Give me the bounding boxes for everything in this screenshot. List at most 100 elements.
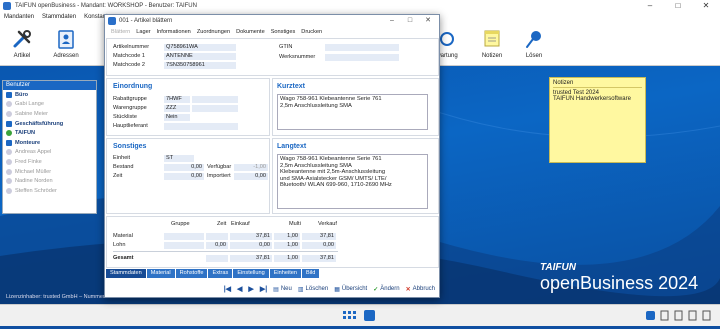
user-icon — [6, 101, 12, 108]
tab-einheiten[interactable]: Einheiten — [269, 269, 302, 278]
gtin-label: GTIN — [279, 44, 293, 50]
close-button[interactable]: ✕ — [696, 0, 716, 12]
col-header-verkauf: Verkauf — [318, 221, 337, 227]
sidebar-item-label: TAIFUN — [15, 130, 36, 137]
zeit-field[interactable]: 0,00 — [164, 173, 204, 180]
sidebar-group-buero[interactable]: Büro — [3, 90, 96, 100]
menu-mandanten[interactable]: Mandanten — [4, 14, 34, 20]
dialog-close-button[interactable]: ✕ — [419, 15, 437, 27]
matchcode1-field[interactable]: ANTENNE — [164, 53, 236, 60]
langtext-textarea[interactable]: Wago 758-961 Klebeantenne Serie 761 2,5m… — [277, 154, 428, 209]
loeschen-button[interactable]: ▥ Löschen — [298, 286, 328, 293]
sidebar-user-fred-finke[interactable]: Fred Finke — [3, 157, 96, 167]
abbruch-button[interactable]: ✕ Abbruch — [406, 286, 435, 293]
sidebar-user-taifun[interactable]: TAIFUN — [3, 128, 96, 138]
langtext-panel: Langtext Wago 758-961 Klebeantenne Serie… — [272, 138, 439, 214]
tab-einstellung[interactable]: Einstellung — [233, 269, 269, 278]
sticky-note-line: TAIFUN Handwerkersoftware — [553, 96, 631, 102]
sidebar-user-nadine-norden[interactable]: Nadine Norden — [3, 176, 96, 186]
material-gruppe-field[interactable] — [164, 233, 204, 240]
bestand-field[interactable]: 0,00 — [164, 164, 204, 171]
bestand-label: Bestand — [113, 164, 134, 170]
app-logo-icon — [3, 2, 11, 10]
ribbon-loesen-button[interactable]: Lösen — [516, 24, 552, 64]
first-record-icon[interactable]: |◀ — [224, 285, 231, 293]
next-record-icon[interactable]: ▶ — [248, 285, 253, 293]
werksnummer-field[interactable] — [325, 54, 399, 61]
price-table-panel: Gruppe Zeit Einkauf Multi Verkauf Materi… — [106, 216, 439, 268]
tray-icon — [646, 311, 655, 320]
group-icon — [6, 91, 12, 98]
kurztext-textarea[interactable]: Wago 758-961 Klebeantenne Serie 761 2,5m… — [277, 94, 428, 130]
sidebar-user-sabine-meier[interactable]: Sabine Meier — [3, 109, 96, 119]
sidebar-item-label: Steffen Schröder — [15, 187, 57, 194]
tab-material[interactable]: Material — [146, 269, 175, 278]
gesamt-einkauf-field: 37,81 — [230, 255, 272, 262]
material-multi-field: 1,00 — [274, 233, 300, 240]
sidebar-header: Benutzer — [3, 81, 96, 90]
tab-rohstoffe[interactable]: Rohstoffe — [175, 269, 208, 278]
loeschen-label: Löschen — [305, 286, 329, 292]
matchcode2-field[interactable]: 7SN350758961 — [164, 62, 236, 69]
artikelnummer-field[interactable]: Q758961WA — [164, 44, 236, 51]
sidebar-user-steffen-schroeder[interactable]: Steffen Schröder — [3, 186, 96, 196]
col-header-zeit: Zeit — [217, 221, 227, 227]
dialog-menu-dokumente[interactable]: Dokumente — [236, 29, 265, 35]
einordnung-title: Einordnung — [113, 83, 153, 90]
dialog-menu-zuordnungen[interactable]: Zuordnungen — [197, 29, 230, 35]
col-header-gruppe: Gruppe — [171, 221, 190, 227]
ribbon-notizen-button[interactable]: Notizen — [474, 24, 510, 64]
maximize-button[interactable]: □ — [668, 0, 688, 12]
lohn-gruppe-field[interactable] — [164, 242, 204, 249]
group-icon — [6, 139, 12, 146]
row-label-lohn: Lohn — [113, 242, 126, 248]
neu-button[interactable]: ▤ Neu — [273, 286, 292, 293]
sidebar-user-gabi-lange[interactable]: Gabi Lange — [3, 100, 96, 110]
brand-year: 2024 — [658, 273, 699, 293]
sidebar-group-monteure[interactable]: Monteure — [3, 138, 96, 148]
tab-stammdaten[interactable]: Stammdaten — [106, 269, 146, 278]
tray-icon — [660, 310, 669, 321]
sidebar-group-geschaeftsfuehrung[interactable]: Geschäftsführung — [3, 119, 96, 129]
lohn-zeit-field: 0,00 — [206, 242, 228, 249]
tab-extras[interactable]: Extras — [208, 269, 233, 278]
artikelnummer-label: Artikelnummer — [113, 44, 150, 50]
aendern-button[interactable]: ✓ Ändern — [373, 286, 399, 293]
sticky-note[interactable]: Notizen trusted Test 2024 TAIFUN Handwer… — [549, 77, 646, 163]
prev-record-icon[interactable]: ◀ — [237, 285, 242, 293]
dialog-menu-lager[interactable]: Lager — [136, 29, 150, 35]
hauptlieferant-field[interactable] — [164, 123, 238, 130]
warengruppe-field[interactable]: ZZZ — [164, 105, 190, 112]
dialog-menu-informationen[interactable]: Informationen — [157, 29, 191, 35]
minimize-button[interactable]: – — [640, 0, 660, 12]
group-icon — [6, 120, 12, 127]
last-record-icon[interactable]: ▶| — [260, 285, 267, 293]
abbruch-label: Abbruch — [412, 286, 435, 292]
lohn-verkauf-field: 0,00 — [302, 242, 336, 249]
dialog-menu-blaettern[interactable]: Blättern — [111, 29, 130, 35]
start-grid-icon — [343, 311, 356, 319]
dialog-menu-drucken[interactable]: Drucken — [301, 29, 322, 35]
lohn-multi-field: 1,00 — [274, 242, 300, 249]
uebersicht-button[interactable]: ▦ Übersicht — [334, 286, 367, 293]
dialog-minimize-button[interactable]: – — [383, 15, 401, 27]
einheit-field[interactable]: ST — [164, 155, 194, 162]
werksnummer-label: Werksnummer — [279, 54, 316, 60]
rabattgruppe-field[interactable]: 7HWF — [164, 96, 190, 103]
sidebar-user-michael-mueller[interactable]: Michael Müller — [3, 167, 96, 177]
stueckliste-label: Stückliste — [113, 114, 137, 120]
dialog-maximize-button[interactable]: □ — [401, 15, 419, 27]
dialog-logo-icon — [108, 17, 116, 25]
tab-bild[interactable]: Bild — [302, 269, 320, 278]
gtin-field[interactable] — [325, 44, 399, 51]
sidebar-user-andreas-appel[interactable]: Andreas Appel — [3, 148, 96, 158]
ribbon-artikel-button[interactable]: Artikel — [4, 24, 40, 64]
tray-icon — [688, 310, 697, 321]
ribbon-adressen-button[interactable]: Adressen — [48, 24, 84, 64]
dialog-menu-sonstiges[interactable]: Sonstiges — [271, 29, 296, 35]
stueckliste-field[interactable]: Nein — [164, 114, 190, 121]
user-icon — [6, 149, 12, 156]
menu-stammdaten[interactable]: Stammdaten — [42, 14, 76, 20]
app-title: TAIFUN openBusiness - Mandant: WORKSHOP … — [15, 3, 197, 9]
user-sidebar: Benutzer Büro Gabi Lange Sabine Meier Ge… — [2, 80, 97, 214]
